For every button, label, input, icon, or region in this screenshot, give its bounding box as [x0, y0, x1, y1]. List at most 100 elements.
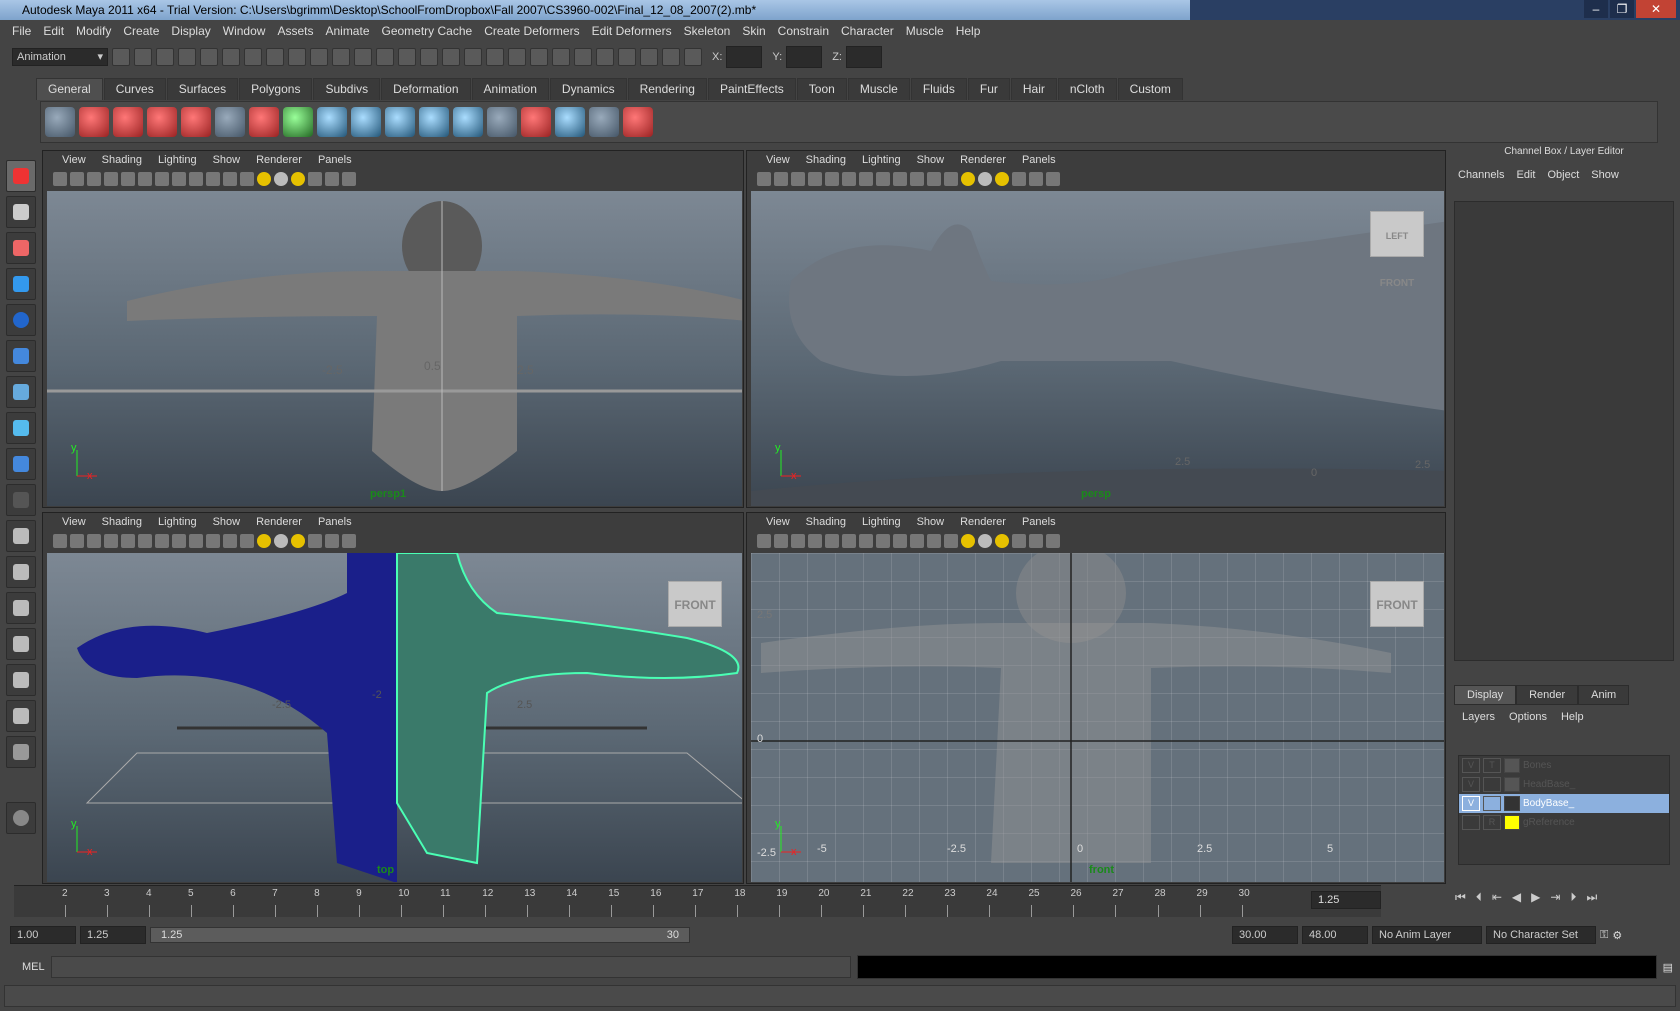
shelf-tab-subdivs[interactable]: Subdivs [313, 78, 381, 100]
joint-chain-icon[interactable] [385, 107, 415, 137]
layer-color-swatch[interactable] [1504, 777, 1520, 792]
bookmark-icon[interactable] [87, 534, 101, 548]
shelf-tab-fluids[interactable]: Fluids [910, 78, 967, 100]
move-tool-icon[interactable] [6, 268, 36, 300]
isolate-select-icon[interactable] [308, 172, 322, 186]
start-time-field[interactable]: 1.00 [10, 926, 76, 944]
close-icon[interactable]: ✕ [1636, 0, 1676, 18]
minimize-icon[interactable]: ‒ [1584, 0, 1608, 18]
hud-icon[interactable] [325, 534, 339, 548]
persp-graph-outliner-layout-icon[interactable] [6, 700, 36, 732]
resolution-gate-icon[interactable] [155, 172, 169, 186]
smooth-shade-icon[interactable] [910, 534, 924, 548]
sharing-icon[interactable] [1046, 534, 1060, 548]
vp-menu-renderer[interactable]: Renderer [249, 516, 309, 528]
visibility-toggle[interactable] [1462, 815, 1480, 830]
render-current-icon[interactable] [618, 48, 636, 66]
film-gate-icon[interactable] [138, 534, 152, 548]
cube-group-icon[interactable] [555, 107, 585, 137]
shelf-tab-painteffects[interactable]: PaintEffects [707, 78, 796, 100]
shelf-tab-custom[interactable]: Custom [1117, 78, 1183, 100]
x-field[interactable] [726, 46, 763, 68]
sharing-icon[interactable] [1046, 172, 1060, 186]
template-toggle[interactable]: T [1483, 758, 1501, 773]
step-forward-frame-icon[interactable]: ⏵ [1570, 890, 1576, 905]
menu-options[interactable]: Options [1509, 711, 1547, 723]
z-field[interactable] [845, 46, 882, 68]
hud-icon[interactable] [325, 172, 339, 186]
help-question-icon[interactable] [79, 107, 109, 137]
mask-joints-icon[interactable] [266, 48, 284, 66]
grid-icon[interactable] [121, 534, 135, 548]
film-gate-icon[interactable] [138, 172, 152, 186]
reference-toggle[interactable]: R [1483, 815, 1501, 830]
tab-render[interactable]: Render [1516, 685, 1579, 705]
camera-icon[interactable] [53, 534, 67, 548]
view-cube[interactable]: FRONT [668, 581, 722, 627]
step-forward-key-icon[interactable]: ⇥ [1550, 890, 1560, 905]
wireframe-icon[interactable] [893, 534, 907, 548]
vp-menu-shading[interactable]: Shading [95, 154, 149, 166]
cube-grid-icon[interactable] [589, 107, 619, 137]
go-to-start-icon[interactable]: ⏮ [1455, 890, 1466, 905]
camera-icon[interactable] [757, 172, 771, 186]
mask-surfaces-icon[interactable] [310, 48, 328, 66]
shelf-tab-general[interactable]: General [36, 78, 103, 100]
skin-bind-icon[interactable] [487, 107, 517, 137]
make-live-icon[interactable] [552, 48, 570, 66]
wireframe-on-shaded-icon[interactable] [927, 534, 941, 548]
menu-channels[interactable]: Channels [1458, 169, 1504, 181]
tab-display[interactable]: Display [1454, 685, 1517, 705]
bookmark-icon[interactable] [791, 172, 805, 186]
command-input[interactable] [50, 956, 851, 978]
layer-color-swatch[interactable] [1504, 796, 1520, 811]
viewport-canvas[interactable]: FRONT 2.5 0 -2.5 -5 -2.5 0 2.5 5 front y… [751, 553, 1444, 882]
isolate-select-icon[interactable] [1012, 172, 1026, 186]
menu-constrain[interactable]: Constrain [772, 24, 835, 38]
xray-icon[interactable] [240, 534, 254, 548]
render-settings-icon[interactable] [662, 48, 680, 66]
vp-menu-renderer[interactable]: Renderer [249, 154, 309, 166]
scale-tool-icon[interactable] [6, 340, 36, 372]
menu-animate[interactable]: Animate [319, 24, 375, 38]
view-cube[interactable]: FRONT [1370, 581, 1424, 627]
shelf-tab-muscle[interactable]: Muscle [847, 78, 910, 100]
visibility-toggle[interactable]: V [1462, 777, 1480, 792]
viewport-persp1[interactable]: View Shading Lighting Show Renderer Pane… [42, 150, 744, 508]
mask-deformations-icon[interactable] [332, 48, 350, 66]
end-time-field[interactable]: 48.00 [1302, 926, 1368, 944]
menu-skin[interactable]: Skin [736, 24, 771, 38]
paint-weights-icon[interactable] [521, 107, 551, 137]
layer-row[interactable]: RgReference [1459, 813, 1669, 832]
shelf-tab-animation[interactable]: Animation [471, 78, 549, 100]
resolution-gate-icon[interactable] [859, 172, 873, 186]
all-lights-icon[interactable] [274, 172, 288, 186]
shelf-tab-polygons[interactable]: Polygons [239, 78, 313, 100]
vp-menu-lighting[interactable]: Lighting [855, 516, 908, 528]
image-plane-icon[interactable] [808, 534, 822, 548]
vp-menu-panels[interactable]: Panels [1015, 154, 1063, 166]
vp-menu-view[interactable]: View [759, 154, 797, 166]
menu-geometry-cache[interactable]: Geometry Cache [376, 24, 479, 38]
current-time-field[interactable]: 1.25 [1311, 891, 1381, 909]
menuset-dropdown[interactable]: Animation ▾ [12, 48, 108, 66]
render-view-icon[interactable] [596, 48, 614, 66]
vp-menu-lighting[interactable]: Lighting [151, 154, 204, 166]
camera-attr-icon[interactable] [774, 534, 788, 548]
wireframe-on-shaded-icon[interactable] [927, 172, 941, 186]
vp-menu-show[interactable]: Show [206, 516, 248, 528]
xray-icon[interactable] [944, 172, 958, 186]
layer-row[interactable]: V HeadBase_ [1459, 775, 1669, 794]
film-reel-icon[interactable] [113, 107, 143, 137]
hud-icon[interactable] [1029, 534, 1043, 548]
visibility-toggle[interactable]: V [1462, 796, 1480, 811]
gate-mask-icon[interactable] [876, 172, 890, 186]
grid-icon[interactable] [121, 172, 135, 186]
vp-menu-shading[interactable]: Shading [95, 516, 149, 528]
rotate-tool-icon[interactable] [6, 304, 36, 336]
reel-icon[interactable] [45, 107, 75, 137]
film-gate-icon[interactable] [842, 534, 856, 548]
template-toggle[interactable] [1483, 796, 1501, 811]
open-scene-icon[interactable] [134, 48, 152, 66]
ik-spline-icon[interactable] [453, 107, 483, 137]
